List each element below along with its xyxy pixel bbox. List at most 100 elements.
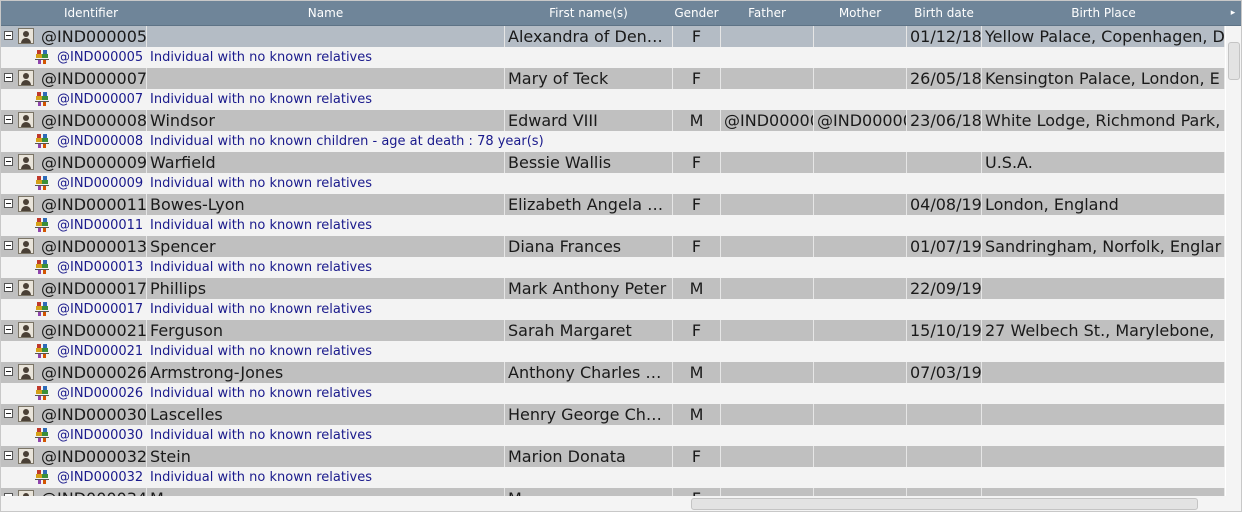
- collapse-minus-icon[interactable]: [4, 157, 13, 166]
- collapse-minus-icon[interactable]: [4, 325, 13, 334]
- cell-gender[interactable]: F: [673, 236, 721, 257]
- cell-identifier[interactable]: @IND000032: [38, 446, 147, 467]
- cell-birth-date[interactable]: [907, 488, 982, 496]
- cell-identifier[interactable]: @IND000026: [38, 362, 147, 383]
- cell-gender[interactable]: F: [673, 152, 721, 173]
- cell-birth-place[interactable]: [982, 404, 1225, 425]
- collapse-minus-icon[interactable]: [4, 451, 13, 460]
- cell-first-names[interactable]: Anthony Charles …: [505, 362, 673, 383]
- cell-name[interactable]: [147, 26, 505, 47]
- cell-name[interactable]: Lascelles: [147, 404, 505, 425]
- cell-father[interactable]: [721, 446, 814, 467]
- cell-first-names[interactable]: Mary of Teck: [505, 68, 673, 89]
- cell-identifier[interactable]: @IND000009: [38, 152, 147, 173]
- table-row[interactable]: @IND000011 Bowes-Lyon Elizabeth Angela … F 0…: [1, 194, 1225, 215]
- column-header-identifier[interactable]: Identifier: [36, 1, 146, 25]
- column-header-birth-date[interactable]: Birth date: [907, 1, 981, 25]
- cell-gender[interactable]: F: [673, 68, 721, 89]
- cell-father[interactable]: [721, 68, 814, 89]
- cell-birth-date[interactable]: 04/08/19: [907, 194, 982, 215]
- cell-mother[interactable]: [814, 446, 907, 467]
- cell-name[interactable]: Stein: [147, 446, 505, 467]
- cell-first-names[interactable]: Elizabeth Angela …: [505, 194, 673, 215]
- cell-birth-place[interactable]: U.S.A.: [982, 152, 1225, 173]
- cell-identifier[interactable]: @IND000013: [38, 236, 147, 257]
- cell-birth-date[interactable]: [907, 404, 982, 425]
- cell-mother[interactable]: [814, 404, 907, 425]
- cell-mother[interactable]: [814, 152, 907, 173]
- cell-father[interactable]: [721, 320, 814, 341]
- cell-father[interactable]: [721, 362, 814, 383]
- cell-birth-place[interactable]: 27 Welbech St., Marylebone,: [982, 320, 1225, 341]
- cell-identifier[interactable]: @IND000034: [38, 488, 147, 496]
- table-row[interactable]: @IND000026 Armstrong-Jones Anthony Charles…: [1, 362, 1225, 383]
- cell-name[interactable]: Phillips: [147, 278, 505, 299]
- table-row[interactable]: @IND000013 Spencer Diana Frances F 01/07/19 S…: [1, 236, 1225, 257]
- cell-first-names[interactable]: Bessie Wallis: [505, 152, 673, 173]
- column-header-first-names[interactable]: First name(s): [505, 1, 672, 25]
- cell-first-names[interactable]: Mark Anthony Peter: [505, 278, 673, 299]
- cell-birth-date[interactable]: 01/07/19: [907, 236, 982, 257]
- collapse-minus-icon[interactable]: [4, 367, 13, 376]
- cell-birth-date[interactable]: [907, 152, 982, 173]
- cell-identifier[interactable]: @IND000005: [38, 26, 147, 47]
- cell-gender[interactable]: F: [673, 194, 721, 215]
- cell-father[interactable]: [721, 488, 814, 496]
- cell-father[interactable]: [721, 236, 814, 257]
- cell-identifier[interactable]: @IND000008: [38, 110, 147, 131]
- table-row[interactable]: @IND000008 Windsor Edward VIII M @IND00000 @I…: [1, 110, 1225, 131]
- cell-mother[interactable]: [814, 194, 907, 215]
- cell-birth-date[interactable]: 01/12/18: [907, 26, 982, 47]
- table-row[interactable]: @IND000009 Warfield Bessie Wallis F U.S.A.: [1, 152, 1225, 173]
- table-row[interactable]: @IND000021 Ferguson Sarah Margaret F 15/10/1…: [1, 320, 1225, 341]
- cell-name[interactable]: [147, 68, 505, 89]
- collapse-minus-icon[interactable]: [4, 283, 13, 292]
- cell-gender[interactable]: M: [673, 362, 721, 383]
- cell-mother[interactable]: [814, 68, 907, 89]
- scroll-right-arrow-icon[interactable]: ▸: [1226, 1, 1240, 25]
- cell-identifier[interactable]: @IND000007: [38, 68, 147, 89]
- cell-birth-place[interactable]: [982, 362, 1225, 383]
- cell-father[interactable]: [721, 26, 814, 47]
- cell-birth-date[interactable]: 15/10/19: [907, 320, 982, 341]
- cell-birth-place[interactable]: [982, 278, 1225, 299]
- cell-name[interactable]: Bowes-Lyon: [147, 194, 505, 215]
- cell-name[interactable]: Ferguson: [147, 320, 505, 341]
- cell-birth-place[interactable]: Kensington Palace, London, E: [982, 68, 1225, 89]
- cell-father[interactable]: [721, 404, 814, 425]
- collapse-minus-icon[interactable]: [4, 409, 13, 418]
- column-header-mother[interactable]: Mother: [814, 1, 906, 25]
- collapse-minus-icon[interactable]: [4, 31, 13, 40]
- cell-gender[interactable]: M: [673, 278, 721, 299]
- column-header-birth-place[interactable]: Birth Place: [982, 1, 1225, 25]
- cell-name[interactable]: M: [147, 488, 505, 496]
- cell-birth-date[interactable]: 23/06/18: [907, 110, 982, 131]
- cell-father[interactable]: @IND00000: [721, 110, 814, 131]
- cell-father[interactable]: [721, 194, 814, 215]
- cell-father[interactable]: [721, 278, 814, 299]
- table-row[interactable]: @IND000007 Mary of Teck F 26/05/18 Kensingto…: [1, 68, 1225, 89]
- cell-first-names[interactable]: M: [505, 488, 673, 496]
- cell-birth-place[interactable]: [982, 446, 1225, 467]
- cell-identifier[interactable]: @IND000030: [38, 404, 147, 425]
- cell-name[interactable]: Spencer: [147, 236, 505, 257]
- cell-mother[interactable]: [814, 488, 907, 496]
- cell-mother[interactable]: @IND00000: [814, 110, 907, 131]
- cell-mother[interactable]: [814, 362, 907, 383]
- cell-birth-place[interactable]: White Lodge, Richmond Park,: [982, 110, 1225, 131]
- table-row[interactable]: @IND000017 Phillips Mark Anthony Peter M 22/…: [1, 278, 1225, 299]
- cell-gender[interactable]: F: [673, 26, 721, 47]
- cell-gender[interactable]: F: [673, 488, 721, 496]
- table-row[interactable]: @IND000034MMF: [1, 488, 1225, 496]
- cell-gender[interactable]: M: [673, 404, 721, 425]
- cell-identifier[interactable]: @IND000011: [38, 194, 147, 215]
- cell-mother[interactable]: [814, 278, 907, 299]
- cell-mother[interactable]: [814, 236, 907, 257]
- column-header-gender[interactable]: Gender: [673, 1, 720, 25]
- cell-first-names[interactable]: Henry George Ch…: [505, 404, 673, 425]
- cell-birth-date[interactable]: 07/03/19: [907, 362, 982, 383]
- cell-mother[interactable]: [814, 26, 907, 47]
- table-row[interactable]: @IND000030 Lascelles Henry George Ch… M: [1, 404, 1225, 425]
- collapse-minus-icon[interactable]: [4, 115, 13, 124]
- cell-first-names[interactable]: Marion Donata: [505, 446, 673, 467]
